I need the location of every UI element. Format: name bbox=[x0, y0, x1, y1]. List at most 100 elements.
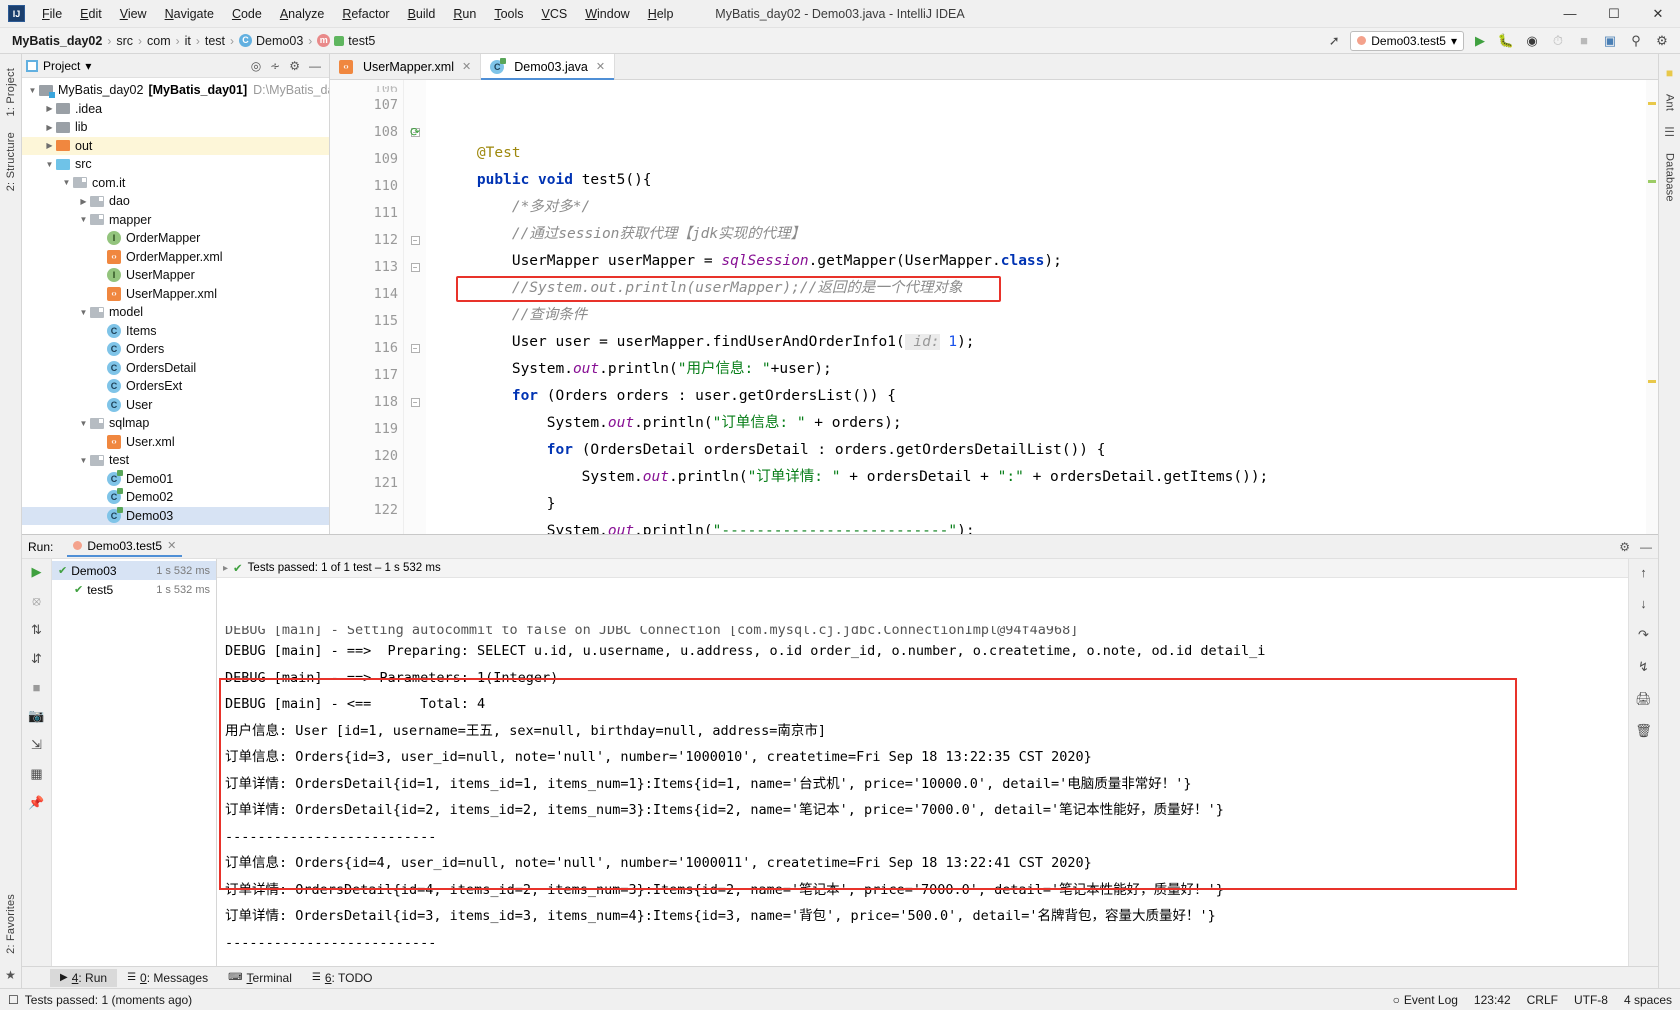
line-number-119[interactable]: 119 bbox=[330, 416, 403, 443]
tree-node-demo02[interactable]: C Demo02 bbox=[22, 488, 329, 507]
code-line-116[interactable]: for (Orders orders : user.getOrdersList(… bbox=[442, 383, 1658, 410]
run-configuration-selector[interactable]: Demo03.test5 ▾ bbox=[1350, 30, 1464, 51]
minimize-button[interactable]: — bbox=[1548, 0, 1592, 28]
code-folding-column[interactable]: − − − − − bbox=[404, 80, 426, 534]
editor-scrollbar[interactable] bbox=[1646, 80, 1658, 534]
project-title[interactable]: Project ▾ bbox=[26, 59, 91, 73]
sidebar-item-project[interactable]: 1: Project bbox=[5, 60, 17, 124]
tree-node-mybatis-day02[interactable]: ▼ MyBatis_day02 [MyBatis_day01] D:\MyBatis_… bbox=[22, 81, 329, 100]
print-icon[interactable]: 🖨 bbox=[1635, 691, 1652, 707]
close-icon[interactable]: ✕ bbox=[167, 539, 176, 552]
tree-node-sqlmap[interactable]: ▼ sqlmap bbox=[22, 414, 329, 433]
menu-item-vcs[interactable]: VCS bbox=[533, 4, 577, 24]
code-line-110[interactable]: //通过session获取代理【jdk实现的代理】 bbox=[442, 221, 1658, 248]
menu-item-refactor[interactable]: Refactor bbox=[333, 4, 398, 24]
chevron-right-icon[interactable]: ▶ bbox=[43, 141, 56, 150]
menu-item-file[interactable]: File bbox=[33, 4, 71, 24]
scroll-down-icon[interactable]: ↓ bbox=[1640, 596, 1647, 611]
chevron-down-icon[interactable]: ▼ bbox=[43, 160, 56, 169]
code-line-120[interactable]: } bbox=[442, 491, 1658, 518]
line-number-112[interactable]: 112 bbox=[330, 227, 403, 254]
line-number-114[interactable]: 114 bbox=[330, 281, 403, 308]
tree-node-test[interactable]: ▼ test bbox=[22, 451, 329, 470]
breadcrumb-item-test5[interactable]: m test5 bbox=[313, 33, 379, 49]
menu-item-analyze[interactable]: Analyze bbox=[271, 4, 333, 24]
breadcrumb-item-it[interactable]: it bbox=[181, 33, 195, 49]
code-line-109[interactable]: /*多对多*/ bbox=[442, 194, 1658, 221]
stop-icon[interactable]: ■ bbox=[1574, 31, 1594, 51]
tree-node-usermapper-xml[interactable]: ‹› UserMapper.xml bbox=[22, 285, 329, 304]
tree-node-src[interactable]: ▼ src bbox=[22, 155, 329, 174]
event-log-button[interactable]: ○ Event Log bbox=[1393, 993, 1458, 1007]
menu-item-help[interactable]: Help bbox=[639, 4, 683, 24]
export-icon[interactable]: ⇲ bbox=[31, 737, 42, 753]
code-line-118[interactable]: for (OrdersDetail ordersDetail : orders.… bbox=[442, 437, 1658, 464]
layout-icon[interactable]: ▣ bbox=[1600, 31, 1620, 51]
fold-marker-116[interactable]: − bbox=[404, 335, 426, 362]
rerun-failed-icon[interactable]: ⦻ bbox=[32, 593, 41, 609]
close-icon[interactable]: ✕ bbox=[596, 60, 605, 73]
line-number-109[interactable]: 109 bbox=[330, 146, 403, 173]
line-separator[interactable]: CRLF bbox=[1527, 993, 1558, 1007]
line-number-113[interactable]: 113 bbox=[330, 254, 403, 281]
sort-alphabetically-icon[interactable]: ⇅ bbox=[31, 622, 42, 638]
code-line-119[interactable]: System.out.println("订单详情: " + ordersDeta… bbox=[442, 464, 1658, 491]
gear-icon[interactable]: ⚙ bbox=[289, 59, 300, 73]
fold-marker-118[interactable]: − bbox=[404, 389, 426, 416]
chevron-down-icon[interactable]: ▼ bbox=[77, 419, 90, 428]
menu-item-run[interactable]: Run bbox=[444, 4, 485, 24]
chevron-right-icon[interactable]: ▶ bbox=[43, 123, 56, 132]
run-icon[interactable]: ▶ bbox=[1470, 31, 1490, 51]
tree-node-demo03[interactable]: C Demo03 bbox=[22, 506, 329, 525]
debug-icon[interactable]: 🐛 bbox=[1496, 31, 1516, 51]
chevron-right-icon[interactable]: ▶ bbox=[77, 197, 90, 206]
tree-node-dao[interactable]: ▶ dao bbox=[22, 192, 329, 211]
code-line-111[interactable]: UserMapper userMapper = sqlSession.getMa… bbox=[442, 248, 1658, 275]
tree-node-model[interactable]: ▼ model bbox=[22, 303, 329, 322]
chevron-down-icon[interactable]: ▼ bbox=[77, 215, 90, 224]
line-number-110[interactable]: 110 bbox=[330, 173, 403, 200]
tree-node-demo01[interactable]: C Demo01 bbox=[22, 469, 329, 489]
stop-icon[interactable]: ■ bbox=[33, 680, 41, 695]
database-panel-icon[interactable]: ☰ bbox=[1664, 125, 1675, 139]
chevron-down-icon[interactable]: ▼ bbox=[77, 308, 90, 317]
code-line-107[interactable]: @Test bbox=[442, 140, 1658, 167]
code-line-117[interactable]: System.out.println("订单信息: " + orders); bbox=[442, 410, 1658, 437]
tree-node-out[interactable]: ▶ out bbox=[22, 136, 329, 155]
collapse-icon[interactable]: − bbox=[410, 236, 420, 245]
breadcrumb-item-src[interactable]: src bbox=[112, 33, 137, 49]
sidebar-item-favorites[interactable]: 2: Favorites bbox=[5, 886, 17, 962]
scroll-up-icon[interactable]: ↑ bbox=[1640, 565, 1647, 580]
code-area[interactable]: 106107108⟳109110111112113114115116117118… bbox=[330, 80, 1658, 534]
caret-position[interactable]: 123:42 bbox=[1474, 993, 1511, 1007]
code-line-112[interactable]: //System.out.println(userMapper);//返回的是一… bbox=[442, 275, 1658, 302]
layout-icon[interactable]: ▦ bbox=[30, 766, 42, 782]
code-line-108[interactable]: public void test5(){ bbox=[442, 167, 1658, 194]
settings-icon[interactable]: ⚙ bbox=[1652, 31, 1672, 51]
chevron-down-icon[interactable]: ▼ bbox=[60, 178, 73, 187]
line-number-107[interactable]: 107 bbox=[330, 92, 403, 119]
tree-node-user[interactable]: C User bbox=[22, 396, 329, 415]
tree-node-ordermapper[interactable]: I OrderMapper bbox=[22, 229, 329, 248]
line-number-118[interactable]: 118 bbox=[330, 389, 403, 416]
sidebar-item-database[interactable]: Database bbox=[1664, 145, 1676, 210]
soft-wrap-icon[interactable]: ↷ bbox=[1638, 627, 1649, 643]
line-number-115[interactable]: 115 bbox=[330, 308, 403, 335]
menu-item-window[interactable]: Window bbox=[576, 4, 638, 24]
code-line-121[interactable]: System.out.println("--------------------… bbox=[442, 518, 1658, 534]
pin-icon[interactable]: 📌 bbox=[28, 795, 44, 811]
build-icon[interactable]: ➚ bbox=[1324, 31, 1344, 51]
hide-icon[interactable]: — bbox=[1640, 540, 1652, 554]
code-line-114[interactable]: User user = userMapper.findUserAndOrderI… bbox=[442, 329, 1658, 356]
tool-window-4-run[interactable]: ▶ 4: Run bbox=[50, 968, 118, 987]
fold-marker-112[interactable]: − bbox=[404, 227, 426, 254]
tree-node-ordersdetail[interactable]: C OrdersDetail bbox=[22, 359, 329, 378]
menu-item-build[interactable]: Build bbox=[399, 4, 445, 24]
editor-tab-usermapper-xml[interactable]: ‹› UserMapper.xml ✕ bbox=[330, 54, 482, 79]
run-test-icon[interactable]: ⟳ bbox=[406, 125, 420, 139]
line-number-116[interactable]: 116 bbox=[330, 335, 403, 362]
line-number-121[interactable]: 121 bbox=[330, 470, 403, 497]
tree-node--idea[interactable]: ▶ .idea bbox=[22, 100, 329, 119]
tool-window-6-todo[interactable]: ☰ 6: TODO bbox=[302, 969, 383, 987]
search-everywhere-icon[interactable]: ⚲ bbox=[1626, 31, 1646, 51]
